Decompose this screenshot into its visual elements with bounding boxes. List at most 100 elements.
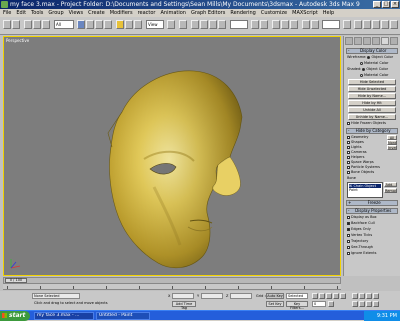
hide-unselected-button[interactable]: Hide Unselected	[348, 86, 396, 92]
curve-editor-icon[interactable]	[281, 20, 289, 29]
render-type-dropdown[interactable]	[322, 20, 340, 29]
menu-help[interactable]: Help	[323, 9, 334, 17]
hide-frozen-checkbox[interactable]	[347, 122, 350, 125]
previous-frame-icon[interactable]	[319, 293, 325, 299]
selection-filter-dropdown[interactable]: All	[54, 20, 74, 29]
layer-manager-icon[interactable]	[272, 20, 280, 29]
list-item[interactable]: Point	[349, 188, 381, 192]
maximize-viewport-icon[interactable]	[373, 301, 379, 307]
select-by-name-icon[interactable]	[86, 20, 94, 29]
link-icon[interactable]	[24, 20, 32, 29]
x-coord-field[interactable]	[172, 293, 194, 299]
tab-motion[interactable]	[372, 37, 380, 45]
see-through-checkbox[interactable]	[347, 246, 350, 249]
select-and-move-icon[interactable]	[116, 20, 124, 29]
shapes-checkbox[interactable]	[347, 141, 350, 144]
select-and-scale-icon[interactable]	[134, 20, 142, 29]
angle-snap-icon[interactable]	[200, 20, 208, 29]
set-key-button[interactable]: Set Key	[266, 301, 284, 307]
particle-systems-checkbox[interactable]	[347, 166, 350, 169]
category-list[interactable]: IK Chain Object Point	[347, 182, 383, 198]
hide-by-hit-button[interactable]: Hide by Hit	[348, 100, 396, 106]
space-warps-checkbox[interactable]	[347, 161, 350, 164]
next-frame-icon[interactable]	[333, 293, 339, 299]
lights-checkbox[interactable]	[347, 146, 350, 149]
menu-customize[interactable]: Customize	[261, 9, 287, 17]
mirror-icon[interactable]	[251, 20, 259, 29]
z-coord-field[interactable]	[230, 293, 252, 299]
ignore-extents-checkbox[interactable]	[347, 252, 350, 255]
snaps-toggle-icon[interactable]	[191, 20, 199, 29]
freeze-rollout[interactable]: + Freeze	[346, 200, 398, 206]
cameras-checkbox[interactable]	[347, 151, 350, 154]
menu-views[interactable]: Views	[69, 9, 83, 17]
vertex-ticks-checkbox[interactable]	[347, 234, 350, 237]
pan-view-icon[interactable]	[359, 301, 365, 307]
selection-region-icon[interactable]	[95, 20, 103, 29]
field-of-view-icon[interactable]	[352, 301, 358, 307]
pivot-center-icon[interactable]	[167, 20, 175, 29]
bind-space-warp-icon[interactable]	[42, 20, 50, 29]
perspective-viewport[interactable]: Perspective	[3, 36, 341, 276]
time-config-icon[interactable]	[328, 301, 334, 307]
zoom-extents-all-icon[interactable]	[373, 293, 379, 299]
trajectory-checkbox[interactable]	[347, 240, 350, 243]
percent-snap-icon[interactable]	[209, 20, 217, 29]
tab-utilities[interactable]	[390, 37, 398, 45]
time-slider-thumb[interactable]: 0 / 100	[5, 278, 27, 283]
motion-tab-icon[interactable]	[381, 20, 389, 29]
hide-selected-button[interactable]: Hide Selected	[348, 79, 396, 85]
close-button[interactable]: ×	[391, 1, 399, 8]
select-object-icon[interactable]	[77, 20, 85, 29]
helpers-checkbox[interactable]	[347, 156, 350, 159]
tab-display[interactable]	[381, 37, 389, 45]
tab-create[interactable]	[345, 37, 353, 45]
display-properties-rollout[interactable]: - Display Properties	[346, 208, 398, 214]
display-as-box-checkbox[interactable]	[347, 216, 350, 219]
select-and-rotate-icon[interactable]	[125, 20, 133, 29]
minimize-button[interactable]: _	[373, 1, 381, 8]
unlink-icon[interactable]	[33, 20, 41, 29]
go-to-start-icon[interactable]	[312, 293, 318, 299]
orbit-icon[interactable]	[366, 301, 372, 307]
menu-file[interactable]: File	[3, 9, 11, 17]
hide-by-category-rollout[interactable]: - Hide by Category	[346, 128, 398, 134]
wireframe-object-color-radio[interactable]	[367, 56, 371, 59]
backface-cull-checkbox[interactable]	[347, 222, 350, 225]
time-slider[interactable]: 0 / 100	[3, 277, 341, 284]
zoom-icon[interactable]	[352, 293, 358, 299]
tab-modify[interactable]	[354, 37, 362, 45]
zoom-all-icon[interactable]	[359, 293, 365, 299]
menu-graph-editors[interactable]: Graph Editors	[191, 9, 225, 17]
maximize-button[interactable]: □	[382, 1, 390, 8]
menu-group[interactable]: Group	[48, 9, 63, 17]
menu-tools[interactable]: Tools	[31, 9, 43, 17]
play-icon[interactable]	[326, 293, 332, 299]
go-to-end-icon[interactable]	[340, 293, 346, 299]
taskbar-item-3dsmax[interactable]: my face 3.max - ...	[34, 312, 94, 320]
material-editor-icon[interactable]	[302, 20, 310, 29]
taskbar-item-paint[interactable]: Untitled - Paint	[96, 312, 150, 320]
menu-maxscript[interactable]: MAXScript	[292, 9, 318, 17]
align-icon[interactable]	[260, 20, 268, 29]
named-selection-dropdown[interactable]	[230, 20, 248, 29]
select-manipulate-icon[interactable]	[179, 20, 187, 29]
shaded-material-color-radio[interactable]	[360, 74, 363, 77]
menu-animation[interactable]: Animation	[160, 9, 186, 17]
schematic-view-icon[interactable]	[290, 20, 298, 29]
add-time-tag-button[interactable]: Add Time Tag	[172, 301, 196, 310]
undo-icon[interactable]	[3, 20, 11, 29]
key-filters-button[interactable]: Key Filters...	[286, 301, 308, 310]
edges-only-checkbox[interactable]	[347, 228, 350, 231]
display-color-rollout[interactable]: - Display Color	[346, 48, 398, 54]
zoom-extents-icon[interactable]	[366, 293, 372, 299]
reference-coord-dropdown[interactable]: View	[146, 20, 164, 29]
menu-modifiers[interactable]: Modifiers	[110, 9, 133, 17]
geometry-checkbox[interactable]	[347, 136, 350, 139]
y-coord-field[interactable]	[201, 293, 223, 299]
menu-edit[interactable]: Edit	[16, 9, 26, 17]
tab-hierarchy[interactable]	[363, 37, 371, 45]
spinner-snap-icon[interactable]	[218, 20, 226, 29]
key-mode-dropdown[interactable]: Selected	[286, 293, 308, 299]
window-crossing-icon[interactable]	[104, 20, 112, 29]
